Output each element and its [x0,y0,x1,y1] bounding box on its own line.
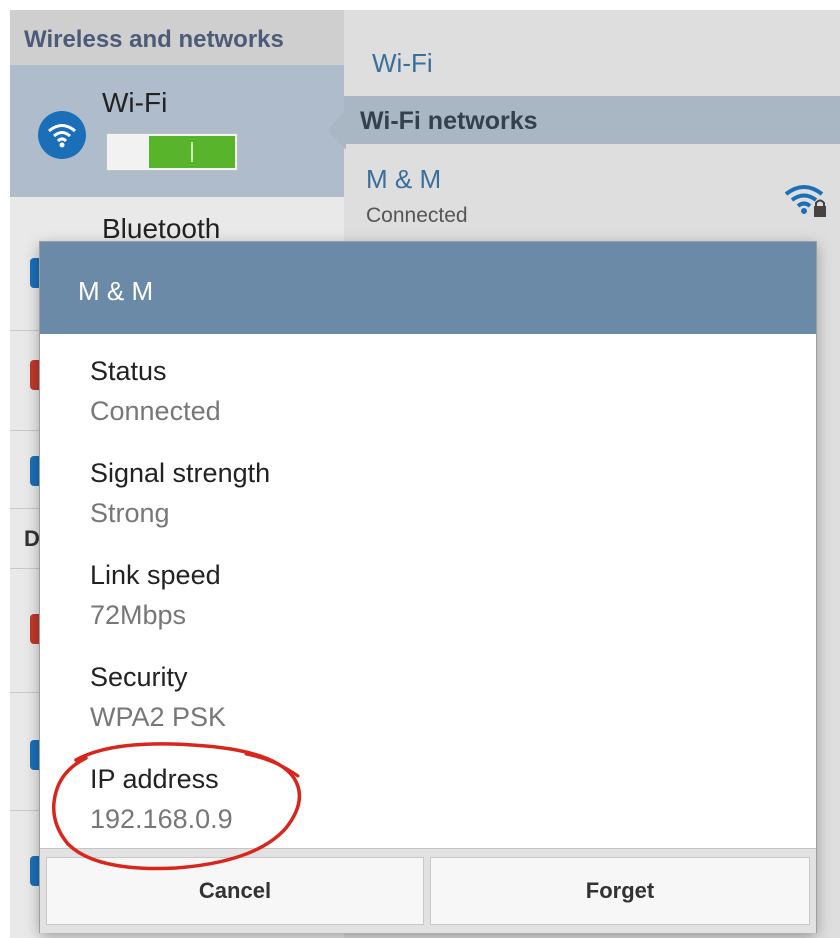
detail-label-signal-strength: Signal strength [90,458,271,488]
wifi-lock-icon [784,180,830,225]
page-title: Wi-Fi [372,48,433,78]
detail-value-security: WPA2 PSK [90,702,227,732]
wifi-icon [38,111,86,159]
network-status: Connected [366,204,468,227]
detail-label-link-speed: Link speed [90,560,221,590]
detail-value-link-speed: 72Mbps [90,600,187,630]
red-annotation-circle [52,742,302,871]
detail-label-security: Security [90,662,188,692]
dialog-title: M & M [78,276,154,306]
settings-item-wifi[interactable]: Wi-Fi [10,65,344,197]
wifi-toggle-on-state [149,136,235,168]
detail-value-status: Connected [90,396,221,426]
network-name: M & M [366,164,442,194]
forget-button[interactable]: Forget [430,857,810,925]
android-settings-screen: Wireless and networks Wi-Fi Bluetooth D … [10,10,840,938]
section-header-label: Wireless and networks [24,26,284,53]
detail-label-status: Status [90,356,167,386]
section-header-partial: D [24,526,40,551]
wifi-toggle[interactable] [106,133,238,171]
selection-pointer [328,110,346,150]
section-header-wireless: Wireless and networks [10,10,344,65]
wifi-networks-header: Wi-Fi networks [344,96,840,144]
bluetooth-label: Bluetooth [102,213,221,244]
network-list-item[interactable]: M & M Connected [344,150,840,240]
dialog-header: M & M [40,242,816,334]
wifi-networks-header-label: Wi-Fi networks [360,107,538,135]
wifi-label: Wi-Fi [102,87,168,118]
detail-value-signal-strength: Strong [90,498,170,528]
